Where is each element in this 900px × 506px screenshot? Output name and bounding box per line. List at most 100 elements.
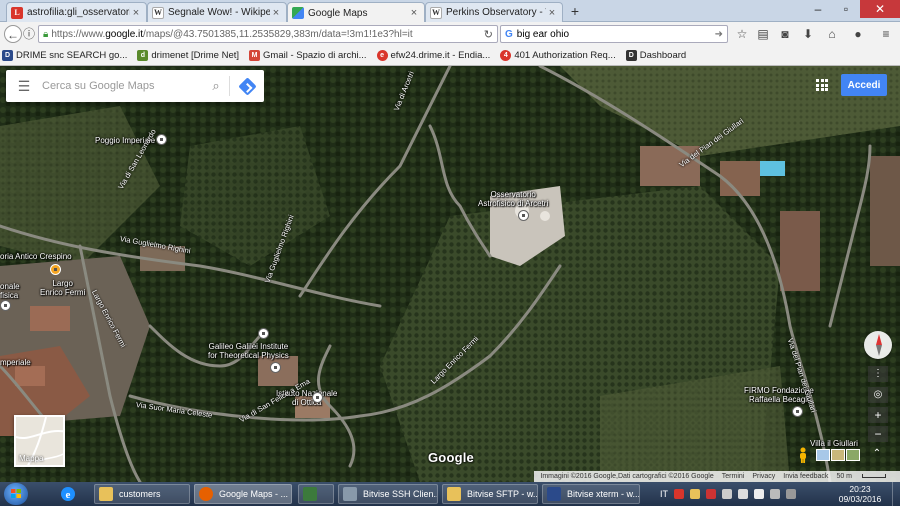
privacy-link[interactable]: Privacy [752,473,775,480]
language-indicator[interactable]: IT [660,489,668,499]
bookmark-label: DRIME snc SEARCH go... [16,50,128,61]
google-search-icon: G [505,28,513,40]
my-location-icon[interactable]: ◎ [868,387,888,403]
taskbar-bitvise-xterm[interactable]: Bitvise xterm - w... [542,484,640,504]
map-view-toggle[interactable]: Mappa [14,415,65,467]
sign-in-button[interactable]: Accedi [841,74,887,96]
bookmark-efw24[interactable]: e efw24.drime.it - Endia... [376,50,491,61]
tab-google-maps[interactable]: Google Maps × [287,2,425,23]
taskbar-bitvise-ssh[interactable]: Bitvise SSH Clien... [338,484,438,504]
maps-search-input[interactable]: Cerca su Google Maps [42,80,203,92]
tray-app-icon[interactable] [674,489,684,499]
zoom-in-button[interactable]: + [868,407,888,423]
tray-misc-icon[interactable] [786,489,796,499]
bookmark-drimenet[interactable]: d drimenet [Drime Net] [137,50,239,61]
url-path: /maps/@43.7501385,11.2535829,383m/data=!… [143,28,413,40]
bookmark-star-icon[interactable]: ☆ [734,26,750,42]
maximize-button[interactable]: ▫ [832,0,860,18]
place-label-nazionale[interactable]: onale fisica [0,282,20,300]
layer-thumb[interactable] [846,449,860,461]
layer-thumb[interactable] [831,449,845,461]
scale-bar[interactable]: 50 m [836,473,886,480]
poi-marker-icon[interactable] [312,392,323,403]
bookmark-label: efw24.drime.it - Endia... [390,50,491,61]
close-tab-icon[interactable]: × [546,7,558,19]
tilt-icon[interactable]: ⋮ [868,366,888,382]
poi-marker-icon[interactable] [258,328,269,339]
navigation-toolbar: ← ⓘ 🔒︎ https://www. google.it/maps/@43.75… [0,22,900,46]
search-go-icon[interactable]: ➜ [715,29,723,40]
tray-flag-icon[interactable] [722,489,732,499]
reload-icon[interactable]: ↻ [484,28,493,41]
taskbar-bitvise-sftp[interactable]: Bitvise SFTP - w... [442,484,538,504]
place-label-line: Galileo Galilei Institute [208,342,289,351]
expand-icon[interactable]: ⌃ [870,448,884,462]
taskbar-terminal[interactable] [298,484,334,504]
place-label-imperiale[interactable]: mperiale [0,358,31,367]
internet-explorer-icon[interactable]: e [58,485,78,503]
search-bar[interactable]: G big ear ohio ➜ [500,25,728,43]
directions-button[interactable] [230,76,264,96]
poi-marker-icon[interactable] [0,300,11,311]
terms-link[interactable]: Termini [722,473,745,480]
place-label-largo-fermi[interactable]: Largo Enrico Fermi [40,279,85,297]
zoom-out-button[interactable]: − [868,426,888,442]
search-icon[interactable]: ⌕ [203,78,229,94]
back-button[interactable]: ← [4,25,22,43]
tray-power-icon[interactable] [770,489,780,499]
site-info-icon[interactable]: ⓘ [22,25,36,43]
tray-shield-icon[interactable] [690,489,700,499]
poi-marker-icon[interactable] [270,362,281,373]
new-tab-button[interactable]: + [567,3,583,19]
minimize-button[interactable]: – [804,0,832,18]
poi-marker-icon[interactable] [156,134,167,145]
home-icon[interactable]: ⌂ [824,26,840,42]
show-desktop-button[interactable] [892,482,900,506]
tab-segnale-wow[interactable]: W Segnale Wow! - Wikipedia × [147,2,287,22]
task-label: Bitvise SSH Clien... [363,489,438,499]
dashboard-icon: D [625,50,637,61]
taskbar-firefox-google-maps[interactable]: Google Maps - ... [194,484,292,504]
chat-icon[interactable]: ● [850,26,866,42]
bookmark-dashboard[interactable]: D Dashboard [625,50,686,61]
menu-icon[interactable]: ≡ [878,26,894,42]
poi-marker-icon[interactable] [792,406,803,417]
place-label-osservatorio[interactable]: Osservatorio Astrofisico di Arcetri [478,190,548,208]
close-tab-icon[interactable]: × [408,7,420,19]
wikipedia-icon: W [152,6,164,19]
tab-perkins[interactable]: W Perkins Observatory - Wiki... × [425,2,563,22]
url-bar[interactable]: 🔒︎ https://www. google.it/maps/@43.750138… [38,25,498,43]
taskbar-customers[interactable]: customers [94,484,190,504]
feedback-link[interactable]: Invia feedback [783,473,828,480]
pegman-icon[interactable] [797,447,809,463]
satellite-map[interactable]: Poggio Imperiale Osservatorio Astrofisic… [0,66,900,482]
close-tab-icon[interactable]: × [130,7,142,19]
restaurant-marker-icon[interactable] [50,264,61,275]
windows-logo-icon [11,489,21,498]
place-label-villa-giullari[interactable]: Villa il Giullari [810,439,858,448]
tab-astrofilia[interactable]: L astrofilia:gli_osservatori_ast... × [6,2,147,22]
observatory-marker-icon[interactable] [518,210,529,221]
bookmark-drime-search[interactable]: D DRIME snc SEARCH go... [2,50,127,61]
close-tab-icon[interactable]: × [270,7,282,19]
layer-thumb[interactable] [816,449,830,461]
compass-icon[interactable] [864,331,892,359]
apps-grid-icon[interactable] [816,79,828,91]
tray-volume-icon[interactable] [738,489,748,499]
tab-label: Perkins Observatory - Wiki... [446,7,546,18]
system-clock[interactable]: 20:23 09/03/2016 [838,484,882,504]
task-label: customers [119,489,161,499]
bookmark-gmail[interactable]: M Gmail - Spazio di archi... [249,50,367,61]
reading-list-icon[interactable]: ▤ [755,26,771,42]
tray-network-icon[interactable] [754,489,764,499]
hamburger-menu-icon[interactable]: ☰ [6,78,42,95]
place-label-galileo-galilei-institute[interactable]: Galileo Galilei Institute for Theoretica… [208,342,289,360]
start-button[interactable] [4,483,28,505]
tray-av-icon[interactable] [706,489,716,499]
bookmark-401[interactable]: 4 401 Authorization Req... [500,50,616,61]
pocket-icon[interactable]: ◙ [777,26,793,42]
close-window-button[interactable]: ✕ [860,0,900,18]
imagery-layers-strip[interactable] [816,449,860,461]
place-label-crespino[interactable]: oria Antico Crespino [0,252,72,261]
downloads-icon[interactable]: ⬇ [800,26,816,42]
